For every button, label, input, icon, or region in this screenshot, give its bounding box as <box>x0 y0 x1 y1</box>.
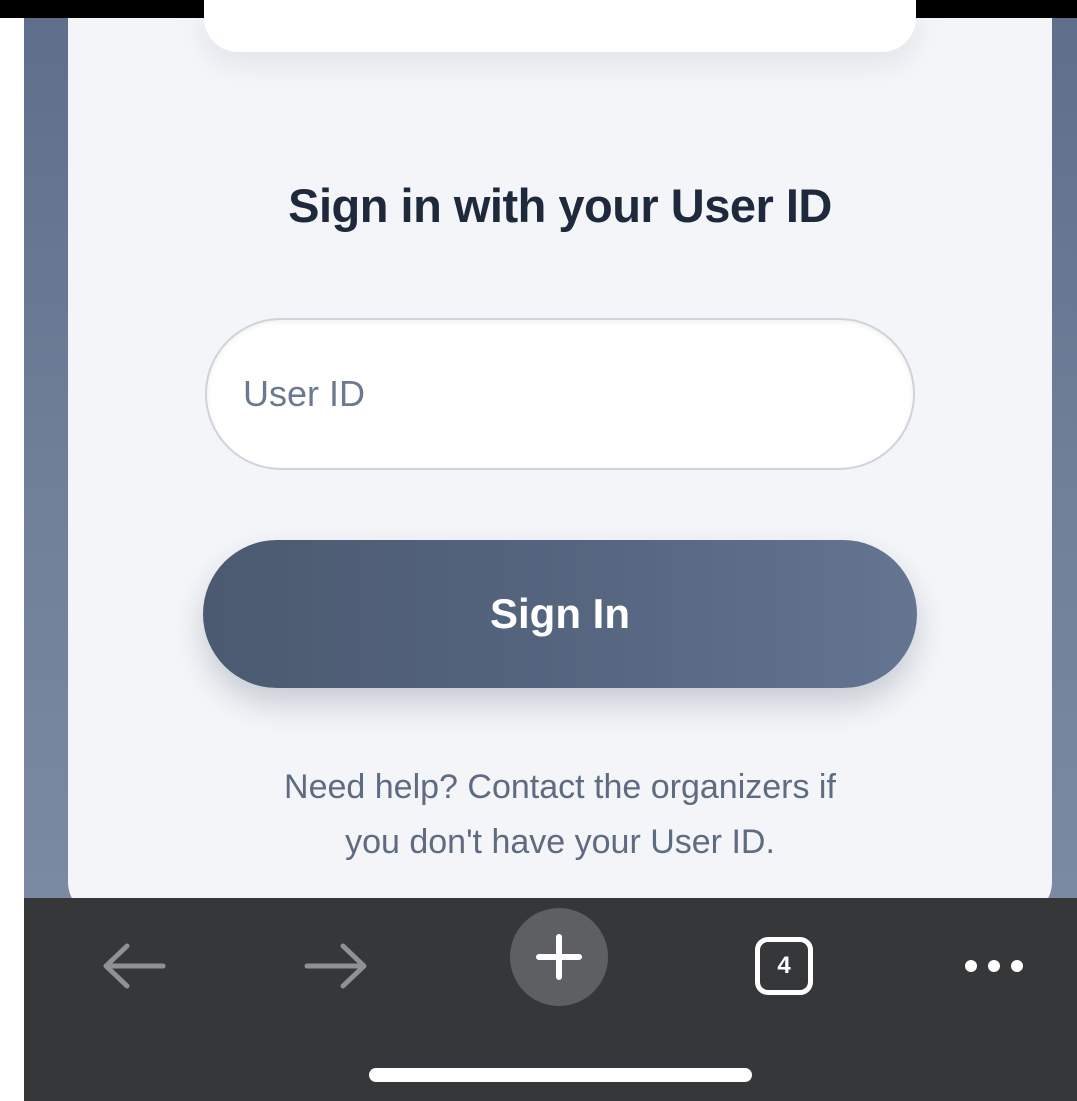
ellipsis-icon <box>965 960 1023 972</box>
back-button[interactable] <box>74 916 194 1016</box>
help-text: Need help? Contact the organizers if you… <box>0 760 1077 870</box>
help-text-line-2: you don't have your User ID. <box>345 823 775 861</box>
arrow-right-icon <box>304 943 367 989</box>
more-menu-button[interactable] <box>934 916 1054 1016</box>
sign-in-button[interactable]: Sign In <box>203 540 917 688</box>
help-text-line-1: Need help? Contact the organizers if <box>284 768 836 806</box>
forward-button[interactable] <box>276 916 396 1016</box>
tab-switcher-button[interactable]: 4 <box>730 916 838 1016</box>
browser-toolbar: 4 <box>24 898 1077 1101</box>
arrow-left-icon <box>103 943 166 989</box>
tab-count-badge: 4 <box>755 937 813 995</box>
page-title: Sign in with your User ID <box>288 179 832 232</box>
browser-screen: Sign in with your User ID Sign In Need h… <box>0 0 1077 1101</box>
user-id-input[interactable] <box>205 318 915 470</box>
previous-card-edge <box>204 0 916 52</box>
home-indicator[interactable] <box>369 1068 752 1082</box>
new-tab-button[interactable] <box>510 908 608 1006</box>
plus-icon <box>536 934 582 980</box>
